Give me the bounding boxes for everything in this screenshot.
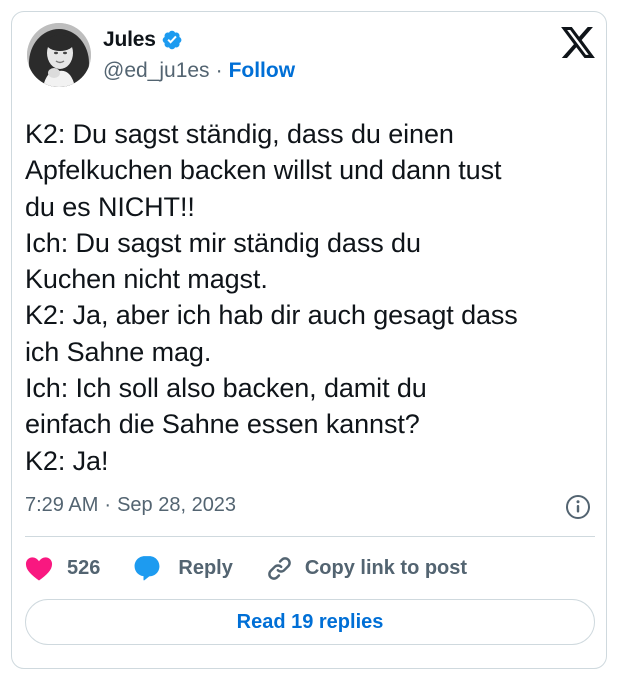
read-replies-label: Read 19 replies [236, 610, 384, 633]
speech-bubble-icon [134, 556, 160, 581]
separator-dot: · [215, 59, 223, 82]
copy-link-button[interactable]: Copy link to post [266, 555, 467, 582]
tweet-line: Kuchen nicht magst. [25, 264, 268, 295]
info-icon[interactable] [565, 494, 591, 520]
tweet-line: K2: Ja, aber ich hab dir auch gesagt das… [25, 300, 518, 331]
like-button[interactable]: 526 [25, 556, 100, 581]
author-name-row: Jules [103, 27, 183, 53]
follow-button[interactable]: Follow [229, 59, 296, 83]
x-logo-icon[interactable] [561, 27, 595, 58]
verified-badge-icon [161, 29, 183, 51]
tweet-text: K2: Du sagst ständig, dass du einen Apfe… [25, 116, 585, 479]
tweet-timestamp[interactable]: 7:29 AM · Sep 28, 2023 [25, 494, 236, 517]
read-replies-button[interactable]: Read 19 replies [25, 599, 595, 645]
author-name[interactable]: Jules [103, 28, 156, 52]
profile-photo [27, 23, 91, 87]
tweet-line: Apfelkuchen backen willst und dann tust [25, 155, 502, 186]
copy-link-label: Copy link to post [304, 556, 468, 579]
like-count: 526 [67, 556, 101, 579]
avatar[interactable] [27, 23, 91, 87]
heart-icon [25, 556, 53, 581]
separator-dot: · [104, 494, 112, 516]
reply-label: Reply [178, 556, 233, 579]
link-icon [268, 556, 291, 580]
tweet-line: K2: Du sagst ständig, dass du einen [25, 119, 454, 149]
reply-button[interactable]: Reply [133, 555, 233, 581]
divider [25, 536, 595, 537]
tweet-line: du es NICHT!! [25, 191, 195, 222]
tweet-line: Ich: Ich soll also backen, damit du [25, 373, 427, 404]
tweet-line: Ich: Du sagst mir ständig dass du [25, 227, 421, 258]
tweet-date: Sep 28, 2023 [117, 494, 237, 516]
tweet-line: ich Sahne mag. [25, 336, 212, 367]
author-handle[interactable]: @ed_ju1es [103, 59, 210, 83]
tweet-time: 7:29 AM [25, 494, 99, 516]
author-handle-row: @ed_ju1es · Follow [103, 59, 295, 83]
action-bar: 526 Reply Copy link to post [25, 551, 500, 585]
tweet-line: einfach die Sahne essen kannst? [25, 409, 420, 440]
tweet-line: K2: Ja! [25, 445, 109, 476]
